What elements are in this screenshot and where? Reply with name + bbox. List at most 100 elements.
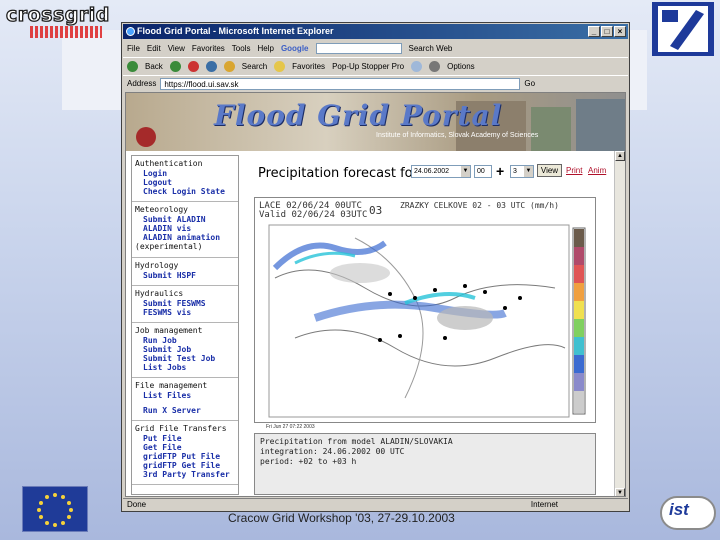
info-line-period: period: +02 to +03 h <box>260 457 357 466</box>
sidebar-link[interactable]: Login <box>135 169 235 178</box>
sidebar-section-heading: Grid File Transfers <box>135 424 227 433</box>
chevron-down-icon: ▼ <box>461 166 470 177</box>
precipitation-map: LACE 02/06/24 00UTC Valid 02/06/24 03UTC… <box>254 197 596 423</box>
browser-window: Flood Grid Portal - Microsoft Internet E… <box>121 22 630 512</box>
date-select[interactable]: 24.06.2002 ▼ <box>411 165 471 178</box>
favorites-star-icon[interactable] <box>274 60 286 72</box>
maximize-button[interactable]: □ <box>601 26 613 37</box>
sidebar-link[interactable]: Run Job <box>135 336 235 345</box>
date-select-value: 24.06.2002 <box>414 168 450 175</box>
sidebar-section-heading: File management <box>135 381 208 390</box>
sidebar-section-heading: Hydrology <box>135 261 179 270</box>
ist-logo-text: ist <box>669 500 689 519</box>
view-button[interactable]: View <box>537 164 562 177</box>
sidebar-section: File management List Files Run X Server <box>132 378 238 421</box>
menu-edit[interactable]: Edit <box>147 44 161 53</box>
slide-footer: Cracow Grid Workshop '03, 27-29.10.2003 <box>228 511 455 525</box>
print-link[interactable]: Print <box>566 166 582 175</box>
scroll-up-icon[interactable]: ▲ <box>615 151 625 161</box>
info-line-integration: integration: 24.06.2002 00 UTC <box>260 447 405 456</box>
menu-tools[interactable]: Tools <box>232 44 251 53</box>
popup-stopper-button[interactable]: Pop-Up Stopper Pro <box>332 62 404 71</box>
map-graphic <box>268 224 586 418</box>
sidebar-link[interactable]: gridFTP Get File <box>135 461 235 470</box>
menu-file[interactable]: File <box>127 44 140 53</box>
search-web-button[interactable]: Search Web <box>409 44 453 53</box>
back-arrow-icon[interactable] <box>127 60 138 72</box>
offset-select-value: 3 <box>513 168 517 175</box>
back-button[interactable]: Back <box>145 62 163 71</box>
internet-explorer-icon <box>126 27 135 36</box>
options-button[interactable]: Options <box>447 62 475 71</box>
status-zone: Internet <box>530 500 558 509</box>
sidebar-section-heading: Meteorology <box>135 205 188 214</box>
google-search-input[interactable] <box>315 42 402 54</box>
sidebar-link[interactable]: Submit FESWMS <box>135 299 235 308</box>
stop-icon[interactable] <box>187 60 199 72</box>
sidebar-link[interactable]: Submit ALADIN <box>135 215 235 224</box>
portal-sidebar: Authentication Login Logout Check Login Sta… <box>131 155 239 495</box>
address-bar: Address https://flood.ui.sav.sk Go <box>123 75 628 91</box>
sidebar-link[interactable]: Get File <box>135 443 235 452</box>
favorites-button[interactable]: Favorites <box>292 62 325 71</box>
crossgrid-logo-stripes <box>30 26 102 38</box>
home-icon[interactable] <box>223 60 235 72</box>
institute-logo <box>652 2 714 56</box>
sidebar-section: Authentication Login Logout Check Login Sta… <box>132 156 238 202</box>
sidebar-section: Hydrology Submit HSPF <box>132 258 238 286</box>
mail-icon[interactable] <box>411 60 423 72</box>
precipitation-info-box: Precipitation from model ALADIN/SLOVAKIA… <box>254 433 596 495</box>
eu-flag-logo <box>22 486 88 532</box>
sidebar-link[interactable]: 3rd Party Transfer <box>135 470 235 479</box>
ist-logo: ist <box>660 496 716 530</box>
sidebar-link[interactable]: Submit Test Job <box>135 354 235 363</box>
address-label: Address <box>127 79 157 88</box>
anim-link[interactable]: Anim <box>588 166 606 175</box>
forward-arrow-icon[interactable] <box>169 60 181 72</box>
sidebar-section-heading: Authentication <box>135 159 203 168</box>
forecast-title: Precipitation forecast for <box>258 166 418 181</box>
sidebar-section-heading: Hydraulics <box>135 289 184 298</box>
status-bar: Done Internet <box>123 498 628 510</box>
address-input[interactable]: https://flood.ui.sav.sk <box>160 77 521 90</box>
sidebar-section-heading: Job management <box>135 326 203 335</box>
refresh-icon[interactable] <box>205 60 217 72</box>
browser-titlebar: Flood Grid Portal - Microsoft Internet E… <box>123 24 628 39</box>
run-select-value: 00 <box>477 168 485 175</box>
sidebar-link[interactable]: ALADIN vis <box>135 224 235 233</box>
info-line-model: Precipitation from model ALADIN/SLOVAKIA <box>260 437 453 446</box>
sidebar-link[interactable]: Check Login State <box>135 187 235 196</box>
menu-bar: File Edit View Favorites Tools Help Goog… <box>123 40 628 56</box>
menu-view[interactable]: View <box>168 44 185 53</box>
scroll-down-icon[interactable]: ▼ <box>615 488 625 496</box>
sidebar-link[interactable]: Submit Job <box>135 345 235 354</box>
sidebar-link[interactable]: List Files <box>135 391 235 400</box>
sidebar-link[interactable]: Logout <box>135 178 235 187</box>
plus-sign: + <box>496 163 505 179</box>
close-button[interactable]: × <box>614 26 626 37</box>
print-icon[interactable] <box>429 60 441 72</box>
run-select[interactable]: 00 <box>474 165 492 178</box>
portal-banner: Flood Grid Portal Institute of Informati… <box>126 93 625 151</box>
sidebar-section: Grid File Transfers Put File Get File gridF… <box>132 421 238 485</box>
offset-select[interactable]: 3 ▼ <box>510 165 534 178</box>
browser-toolbar: Back Search Favorites Pop-Up Stopper Pro… <box>123 57 628 74</box>
crossgrid-logo: crossgrid <box>4 2 128 42</box>
menu-help[interactable]: Help <box>257 44 273 53</box>
google-toolbar-label: Google <box>280 43 309 53</box>
minimize-button[interactable]: _ <box>588 26 600 37</box>
menu-favorites[interactable]: Favorites <box>192 44 225 53</box>
sidebar-link[interactable]: ALADIN animation <box>135 233 235 242</box>
sidebar-link[interactable]: FESWMS vis <box>135 308 235 317</box>
sidebar-section: Meteorology Submit ALADIN ALADIN vis ALADIN… <box>132 202 238 258</box>
browser-title: Flood Grid Portal - Microsoft Internet E… <box>137 26 334 36</box>
go-button[interactable]: Go <box>524 79 535 88</box>
sidebar-link[interactable]: List Jobs <box>135 363 235 372</box>
page-scrollbar[interactable]: ▲ ▼ <box>614 151 625 496</box>
sidebar-link[interactable]: gridFTP Put File <box>135 452 235 461</box>
sidebar-link[interactable]: Put File <box>135 434 235 443</box>
sidebar-link[interactable]: Submit HSPF <box>135 271 235 280</box>
sidebar-section: Job management Run Job Submit Job Submit Te… <box>132 323 238 378</box>
search-button[interactable]: Search <box>242 62 267 71</box>
sidebar-link[interactable]: Run X Server <box>135 406 235 415</box>
